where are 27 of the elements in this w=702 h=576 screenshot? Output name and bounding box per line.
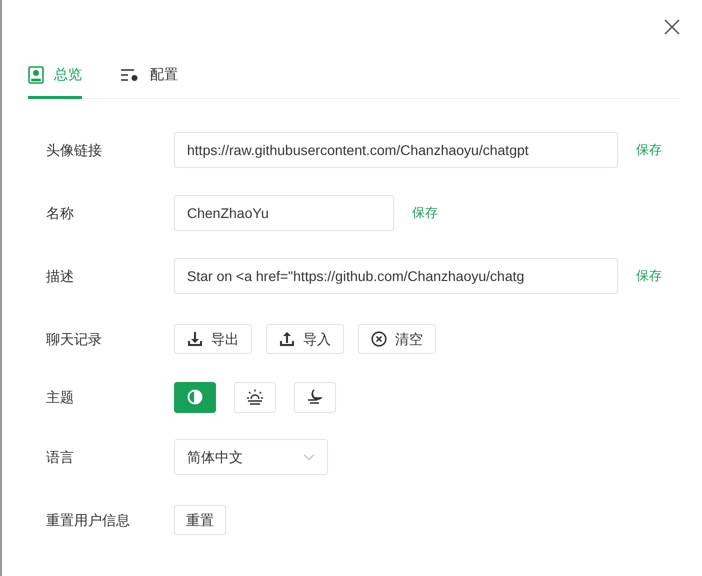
clear-icon xyxy=(371,331,387,347)
field-label: 重置用户信息 xyxy=(46,510,131,530)
upload-icon xyxy=(279,331,295,347)
chevron-down-icon xyxy=(303,453,315,461)
tab[interactable]: 配置 xyxy=(120,64,178,99)
history-button[interactable]: 清空 xyxy=(358,324,436,354)
contrast-icon xyxy=(187,389,203,405)
settings-list-icon xyxy=(120,68,140,82)
history-button[interactable]: 导出 xyxy=(174,324,252,354)
reset-button[interactable]: 重置 xyxy=(174,505,226,535)
field-label: 聊天记录 xyxy=(46,330,103,348)
text-field[interactable]: Star on <a href="https://github.com/Chanzhaoyu/chatg xyxy=(174,258,618,294)
history-button[interactable]: 导入 xyxy=(266,324,344,354)
profile-card-icon xyxy=(28,66,44,84)
field-label: 头像链接 xyxy=(46,140,103,160)
field-label: 描述 xyxy=(46,266,75,286)
field-label: 主题 xyxy=(46,388,75,406)
moon-cloud-icon xyxy=(306,388,324,406)
field-label: 语言 xyxy=(46,448,75,466)
text-field[interactable]: ChenZhaoYu xyxy=(174,195,394,231)
language-select[interactable]: 简体中文 xyxy=(174,439,328,475)
download-icon xyxy=(187,331,203,347)
text-field[interactable]: https://raw.githubusercontent.com/Chanzhaoyu/chatgpt xyxy=(174,132,618,168)
close-icon xyxy=(664,19,680,35)
close-button[interactable] xyxy=(662,17,682,37)
field-label: 名称 xyxy=(46,204,75,222)
sunrise-icon xyxy=(246,388,264,406)
